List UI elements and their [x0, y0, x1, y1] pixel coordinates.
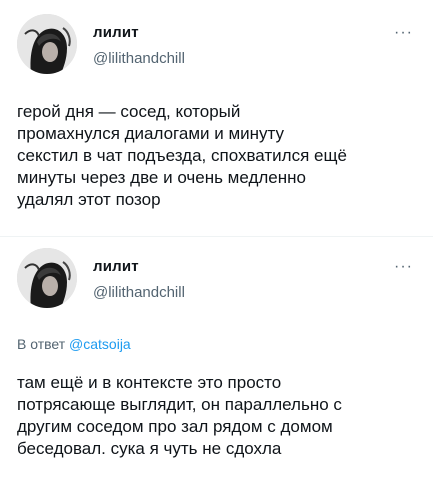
user-handle[interactable]: @lilithandchill — [93, 50, 185, 67]
reply-prefix: В ответ — [17, 336, 66, 352]
avatar[interactable] — [17, 14, 77, 74]
display-name[interactable]: лилит — [93, 258, 139, 275]
avatar-image — [17, 14, 77, 74]
reply-context: В ответ @catsoija — [17, 336, 131, 352]
more-dots-icon[interactable]: ··· — [394, 25, 413, 41]
avatar[interactable] — [17, 248, 77, 308]
avatar-image — [17, 248, 77, 308]
tweet[interactable]: лилит @lilithandchill ··· герой дня — со… — [0, 0, 433, 236]
tweet-text: герой дня — сосед, который промахнулся д… — [17, 102, 347, 209]
display-name[interactable]: лилит — [93, 24, 139, 41]
more-dots-icon[interactable]: ··· — [394, 259, 413, 275]
tweet-text: там ещё и в контексте это просто потряса… — [17, 373, 342, 458]
user-handle[interactable]: @lilithandchill — [93, 284, 185, 301]
tweet[interactable]: лилит @lilithandchill ··· В ответ @catso… — [0, 236, 433, 480]
reply-mention-link[interactable]: @catsoija — [69, 336, 131, 352]
